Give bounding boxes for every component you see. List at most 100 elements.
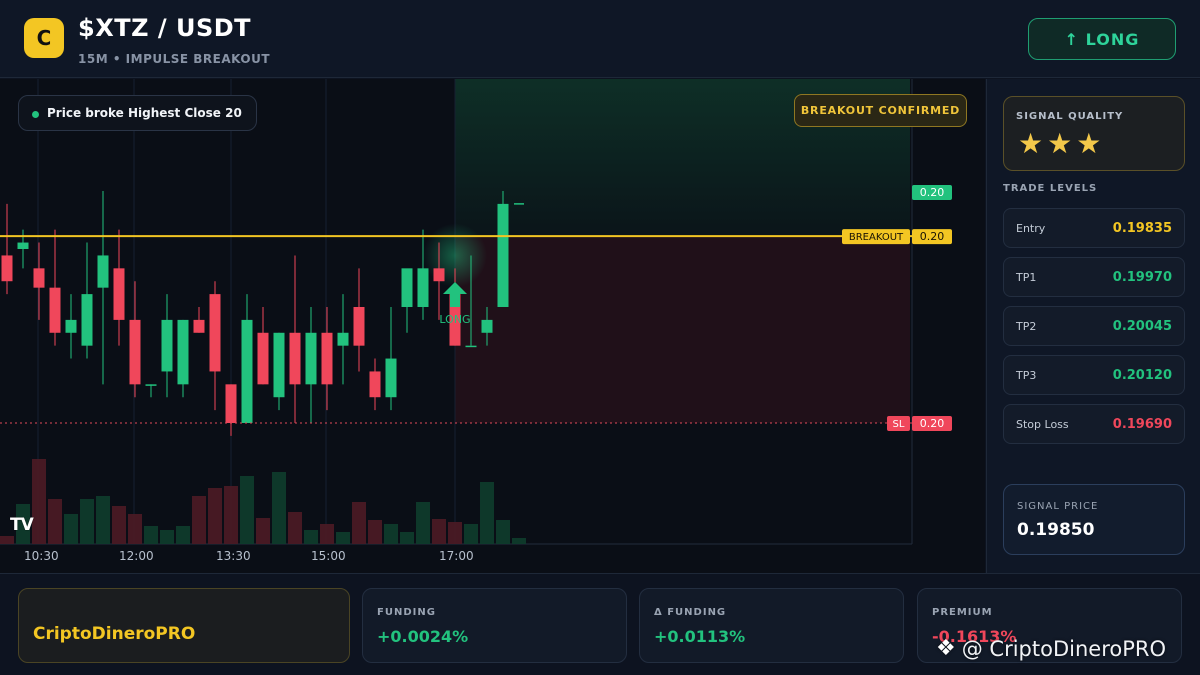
brand-name: CriptoDineroPRO xyxy=(33,624,196,644)
footer: CriptoDineroPRO FUNDING +0.0024% Δ FUNDI… xyxy=(0,573,1200,675)
long-direction-button[interactable]: ↑ LONG xyxy=(1028,18,1176,60)
volume-bar xyxy=(0,536,14,544)
candle-body xyxy=(417,268,429,307)
level-value: 0.19835 xyxy=(1112,221,1172,236)
level-row-tp2[interactable]: TP2 0.20045 xyxy=(1003,306,1185,346)
candle-body xyxy=(385,358,397,398)
candle-body xyxy=(97,255,109,288)
candle-body xyxy=(1,255,13,282)
volume-bar xyxy=(240,476,254,544)
volume-bar xyxy=(32,459,46,544)
volume-bar xyxy=(416,502,430,544)
level-label: Stop Loss xyxy=(1016,418,1069,431)
volume-bar xyxy=(96,496,110,544)
star-rating-icon: ★★★ xyxy=(1018,127,1106,160)
level-row-tp3[interactable]: TP3 0.20120 xyxy=(1003,355,1185,395)
candle-body xyxy=(481,319,493,333)
candle-body xyxy=(337,332,349,346)
candle-body xyxy=(321,332,333,385)
candle-body xyxy=(113,268,125,320)
candle-body xyxy=(17,242,29,249)
time-axis-label: 10:30 xyxy=(24,549,59,563)
pair-title: $XTZ / USDT xyxy=(78,14,252,42)
price-chart[interactable]: 0.20 BREAKOUT 0.20 SL 0.20 LONG Price broke … xyxy=(0,79,985,573)
tradingview-logo-icon: TV xyxy=(10,515,34,535)
candle-body xyxy=(49,287,61,333)
candle-body xyxy=(257,332,269,385)
level-row-stop-loss[interactable]: Stop Loss 0.19690 xyxy=(1003,404,1185,444)
volume-bar xyxy=(272,472,286,544)
volume-bar xyxy=(432,519,446,544)
volume-bar xyxy=(368,520,382,544)
top-price-tag-text: 0.20 xyxy=(920,186,945,199)
brand-logo-icon: C xyxy=(24,18,64,58)
candle-body xyxy=(81,294,93,346)
brand-card[interactable]: CriptoDineroPRO xyxy=(18,588,350,663)
candle-body xyxy=(465,345,477,348)
candle-body xyxy=(401,268,413,307)
alert-text: Price broke Highest Close 20 xyxy=(47,106,242,120)
candle-body xyxy=(353,307,365,346)
volume-bar xyxy=(256,518,270,544)
volume-bar xyxy=(336,532,350,544)
stop-loss-zone xyxy=(455,236,910,423)
metric-label: FUNDING xyxy=(377,607,436,618)
candle-body xyxy=(177,319,189,385)
trade-levels-title: TRADE LEVELS xyxy=(1003,183,1098,194)
candlestick-chart-svg: 0.20 BREAKOUT 0.20 SL 0.20 LONG xyxy=(0,79,952,545)
candle-body xyxy=(241,319,253,423)
header: C $XTZ / USDT 15M • IMPULSE BREAKOUT ↑ L… xyxy=(0,0,1200,78)
metric-label: PREMIUM xyxy=(932,607,993,618)
candle-body xyxy=(33,268,45,288)
level-value: 0.19690 xyxy=(1112,417,1172,432)
candle-body xyxy=(129,319,141,385)
candle-body xyxy=(305,332,317,385)
candle-body xyxy=(289,332,301,385)
watermark-text: @ CriptoDineroPRO xyxy=(961,636,1166,661)
signal-quality-label: SIGNAL QUALITY xyxy=(1016,111,1124,122)
time-axis-label: 12:00 xyxy=(119,549,154,563)
watermark: ❖ @ CriptoDineroPRO xyxy=(936,636,1166,661)
sl-price-text: 0.20 xyxy=(920,417,945,430)
volume-bar xyxy=(208,488,222,544)
volume-bar xyxy=(352,502,366,544)
timeframe-subtitle: 15M • IMPULSE BREAKOUT xyxy=(78,52,271,66)
metric-value: +0.0024% xyxy=(377,627,469,646)
volume-bar xyxy=(80,499,94,544)
volume-bar xyxy=(160,530,174,544)
volume-bar xyxy=(480,482,494,544)
candle-body xyxy=(433,268,445,282)
level-value: 0.20120 xyxy=(1112,368,1172,383)
volume-bar xyxy=(464,524,478,544)
level-label: TP3 xyxy=(1016,369,1037,382)
volume-bar xyxy=(448,522,462,544)
volume-bar xyxy=(304,530,318,544)
volume-bar xyxy=(64,514,78,544)
volume-bar xyxy=(384,524,398,544)
volume-bar xyxy=(400,532,414,544)
candle-body xyxy=(145,384,157,386)
volume-bar xyxy=(512,538,526,544)
candle-body xyxy=(161,319,173,372)
candle-body xyxy=(209,294,221,372)
level-row-tp1[interactable]: TP1 0.19970 xyxy=(1003,257,1185,297)
breakout-alert-pill: Price broke Highest Close 20 xyxy=(18,95,257,131)
level-label: TP2 xyxy=(1016,320,1037,333)
time-axis-label: 13:30 xyxy=(216,549,251,563)
time-axis-label: 17:00 xyxy=(439,549,474,563)
candle-body xyxy=(193,319,205,333)
long-signal-label: LONG xyxy=(439,313,470,326)
level-label: TP1 xyxy=(1016,271,1037,284)
level-row-entry[interactable]: Entry 0.19835 xyxy=(1003,208,1185,248)
volume-bar xyxy=(48,499,62,544)
time-axis-label: 15:00 xyxy=(311,549,346,563)
binance-diamond-icon: ❖ xyxy=(936,636,956,661)
volume-bar xyxy=(224,486,238,544)
breakout-confirmed-badge: BREAKOUT CONFIRMED xyxy=(794,94,967,127)
volume-bar xyxy=(288,512,302,544)
signal-price-label: SIGNAL PRICE xyxy=(1017,501,1099,512)
candle-body xyxy=(273,332,285,398)
signal-sidebar: SIGNAL QUALITY ★★★ TRADE LEVELS Entry 0.… xyxy=(986,79,1200,573)
volume-bar xyxy=(128,514,142,544)
volume-bar xyxy=(176,526,190,544)
